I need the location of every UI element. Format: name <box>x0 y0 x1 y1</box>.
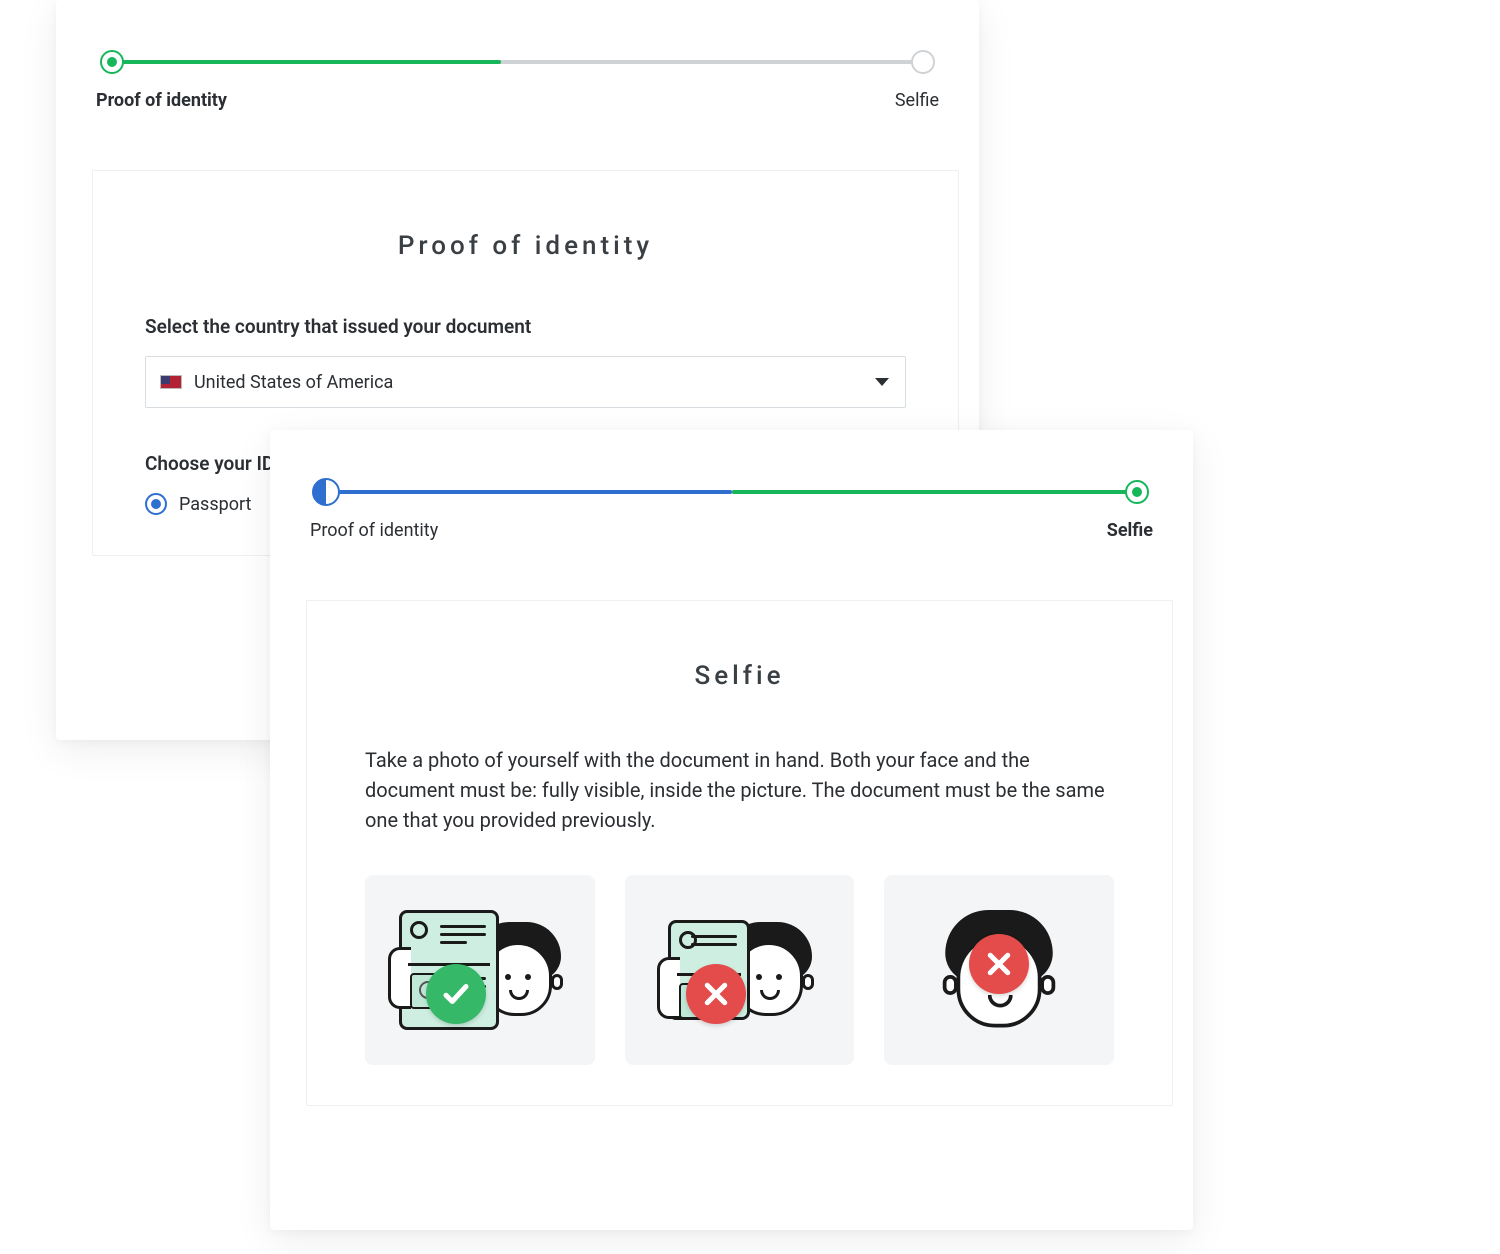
step-label-proof: Proof of identity <box>96 90 227 111</box>
stepper-labels: Proof of identity Selfie <box>92 90 943 111</box>
progress-stepper-b: Proof of identity Selfie <box>306 474 1157 564</box>
cross-icon <box>686 964 746 1024</box>
idtype-option-label: Passport <box>179 494 251 515</box>
selfie-panel-title: Selfie <box>365 661 1114 691</box>
stepper-node-proof-b[interactable] <box>312 478 340 506</box>
stepper-fill <box>112 60 501 64</box>
selfie-example-good <box>365 875 595 1065</box>
stepper-track <box>112 60 923 64</box>
stepper-track-b <box>326 490 1137 494</box>
country-select[interactable]: United States of America <box>145 356 906 408</box>
chevron-down-icon <box>875 378 889 386</box>
cross-icon <box>969 934 1029 994</box>
flag-us-icon <box>160 375 182 389</box>
stepper-fill-green <box>732 490 1138 494</box>
stepper-node-proof[interactable] <box>100 50 124 74</box>
step-label-selfie: Selfie <box>895 90 939 111</box>
country-field-label: Select the country that issued your docu… <box>145 315 906 338</box>
panel-title: Proof of identity <box>145 231 906 261</box>
selfie-example-bad-partial <box>625 875 855 1065</box>
selfie-examples-row <box>365 875 1114 1065</box>
progress-stepper: Proof of identity Selfie <box>92 44 943 134</box>
stepper-fill-blue <box>326 490 732 494</box>
step-label-proof-b: Proof of identity <box>310 520 438 541</box>
step-label-selfie-b: Selfie <box>1107 520 1153 541</box>
selfie-instructions: Take a photo of yourself with the docume… <box>365 745 1114 835</box>
country-selected-text: United States of America <box>194 372 393 393</box>
radio-selected-icon <box>145 493 167 515</box>
selfie-card: Proof of identity Selfie Selfie Take a p… <box>270 430 1193 1230</box>
check-icon <box>426 964 486 1024</box>
stepper-labels-b: Proof of identity Selfie <box>306 520 1157 541</box>
stepper-node-selfie[interactable] <box>911 50 935 74</box>
selfie-example-bad-noid <box>884 875 1114 1065</box>
stepper-node-selfie-b[interactable] <box>1125 480 1149 504</box>
selfie-panel: Selfie Take a photo of yourself with the… <box>306 600 1173 1106</box>
